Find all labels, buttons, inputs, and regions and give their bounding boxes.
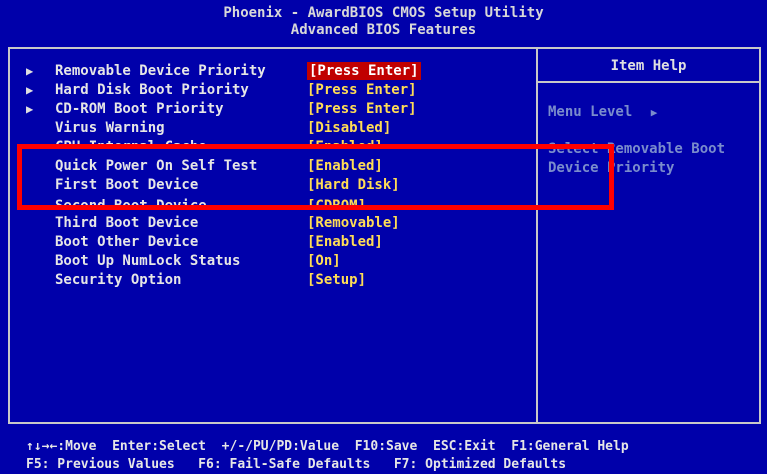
footer-line-2: F5: Previous Values F6: Fail-Safe Defaul… — [26, 457, 567, 472]
help-divider — [538, 81, 759, 83]
setting-value[interactable]: [Enabled] — [307, 157, 383, 175]
setting-label: Virus Warning — [55, 120, 165, 136]
setting-label: Boot Up NumLock Status — [55, 253, 241, 269]
help-line-1: Select Removable Boot — [548, 141, 726, 157]
submenu-arrow-icon: ▶ — [26, 83, 34, 97]
setting-value[interactable]: [Press Enter] — [307, 100, 417, 118]
footer-line-1: ↑↓→←:Move Enter:Select +/-/PU/PD:Value F… — [26, 439, 629, 454]
setting-value[interactable]: [On] — [307, 252, 341, 270]
settings-panel: ▶ Removable Device Priority [Press Enter… — [8, 47, 761, 424]
setting-value[interactable]: [Hard Disk] — [307, 176, 400, 194]
setting-value[interactable]: [Disabled] — [307, 119, 391, 137]
bios-header: Phoenix - AwardBIOS CMOS Setup Utility A… — [0, 0, 767, 46]
menu-level-label: Menu Level — [548, 104, 633, 120]
setting-label: Boot Other Device — [55, 234, 199, 250]
setting-value[interactable]: [Press Enter] — [307, 81, 417, 99]
setting-label: Second Boot Device — [55, 198, 207, 206]
setting-label: Third Boot Device — [55, 215, 199, 231]
item-help-title: Item Help — [610, 58, 687, 74]
bios-title: Phoenix - AwardBIOS CMOS Setup Utility — [223, 5, 544, 21]
submenu-arrow-icon: ▶ — [26, 102, 34, 116]
submenu-arrow-icon: ▶ — [26, 64, 34, 78]
setting-label: CD-ROM Boot Priority — [55, 101, 224, 117]
setting-label: Removable Device Priority — [55, 63, 266, 79]
setting-value[interactable]: [Enabled] — [307, 233, 383, 251]
help-line-2: Device Priority — [548, 160, 675, 176]
setting-row-second-boot-device[interactable]: Second Boot Device [CDROM] — [10, 195, 536, 206]
setting-value[interactable]: [Enabled] — [307, 138, 383, 147]
setting-value[interactable]: [CDROM] — [307, 197, 366, 206]
setting-row-cpu-internal-cache[interactable]: CPU Internal Cache [Enabled] — [10, 138, 536, 147]
key-help-footer: ↑↓→←:Move Enter:Select +/-/PU/PD:Value F… — [0, 438, 767, 474]
setting-label: Security Option — [55, 272, 182, 288]
panel-divider — [536, 49, 538, 422]
menu-level-arrow-icon: ▶ — [650, 106, 658, 119]
setting-label: First Boot Device — [55, 177, 199, 193]
setting-label: CPU Internal Cache — [55, 139, 207, 147]
setting-value-selected[interactable]: [Press Enter] — [307, 62, 421, 80]
page-title: Advanced BIOS Features — [290, 22, 477, 38]
setting-value[interactable]: [Removable] — [307, 214, 400, 232]
menu-level: Menu Level ▶ — [548, 103, 657, 122]
setting-value[interactable]: [Setup] — [307, 271, 366, 289]
settings-list: ▶ Removable Device Priority [Press Enter… — [10, 49, 536, 422]
setting-label: Hard Disk Boot Priority — [55, 82, 249, 98]
setting-label: Quick Power On Self Test — [55, 158, 258, 174]
